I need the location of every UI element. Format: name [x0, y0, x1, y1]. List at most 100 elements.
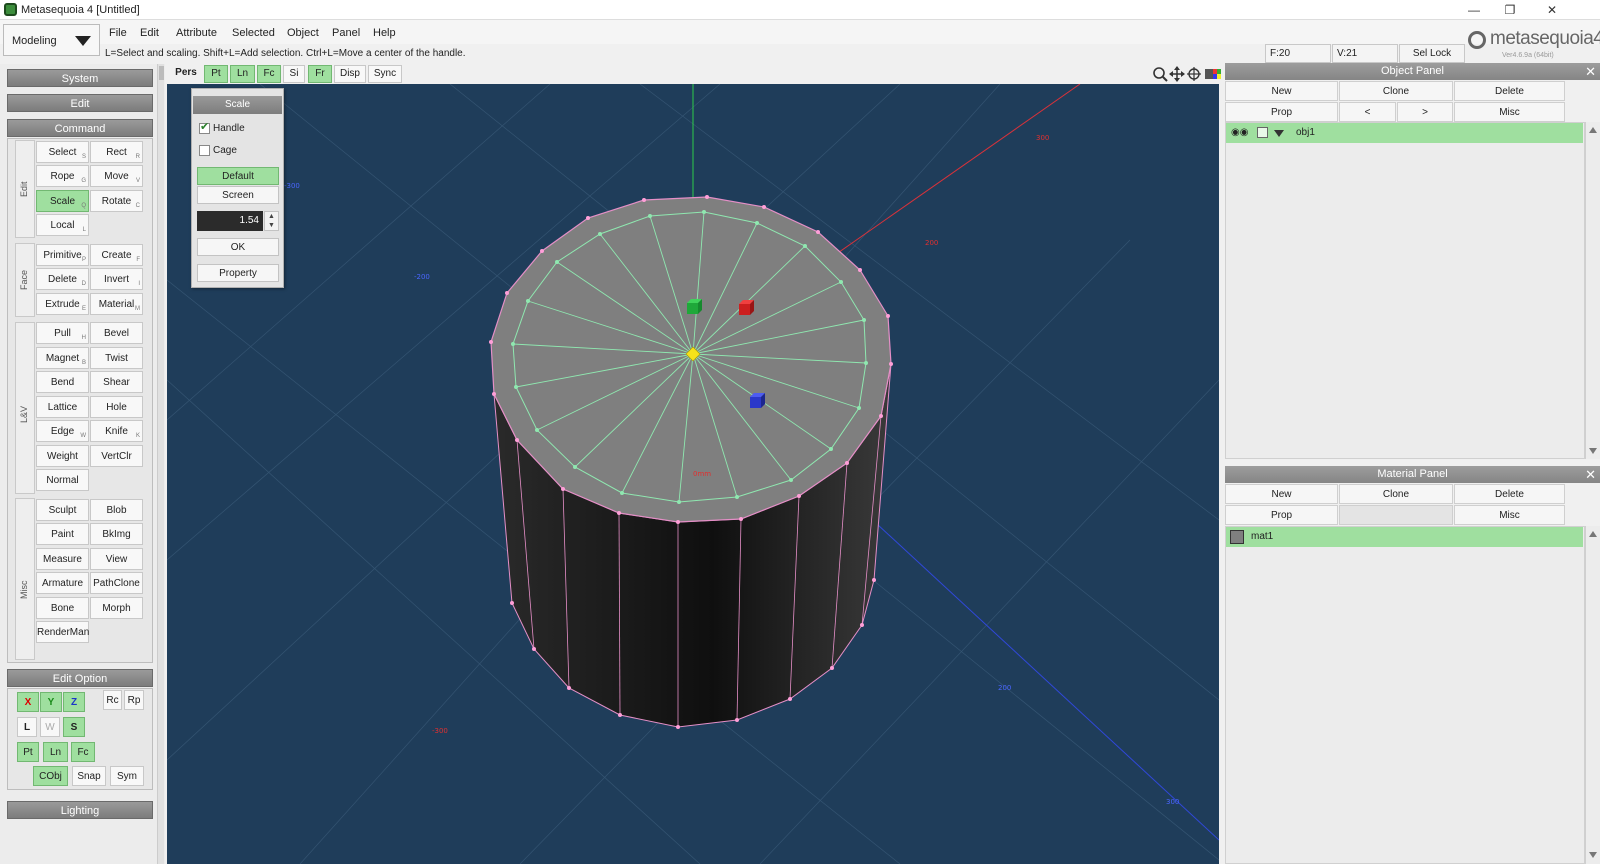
close-button[interactable]: ✕	[1534, 0, 1570, 20]
scroll-thumb[interactable]	[159, 66, 164, 80]
material-row[interactable]: mat1	[1226, 527, 1583, 547]
renderman-button[interactable]: RenderMan	[36, 621, 89, 643]
create-button[interactable]: Create F	[90, 244, 143, 266]
view-button[interactable]: View	[90, 548, 143, 570]
snap-toggle[interactable]: Snap	[72, 766, 106, 786]
edit-face-toggle[interactable]: Fc	[71, 742, 95, 762]
object-misc-button[interactable]: Misc	[1454, 102, 1565, 122]
handle-x-cube-icon[interactable]	[739, 300, 754, 315]
shear-button[interactable]: Shear	[90, 371, 143, 393]
edge-button[interactable]: Edge W	[36, 420, 89, 442]
object-list-scrollbar[interactable]	[1585, 122, 1600, 459]
view-point-toggle[interactable]: Pt	[204, 65, 228, 83]
sculpt-button[interactable]: Sculpt	[36, 499, 89, 521]
mode-dropdown[interactable]: Modeling	[3, 24, 100, 56]
left-panel-scrollbar[interactable]	[157, 64, 164, 864]
view-si-toggle[interactable]: Si	[283, 65, 305, 83]
axis-y-toggle[interactable]: Y	[40, 692, 62, 712]
scale-button[interactable]: Scale Q	[36, 190, 89, 212]
pathclone-button[interactable]: PathClone	[90, 572, 143, 594]
handle-z-cube-icon[interactable]	[750, 393, 765, 408]
edit-point-toggle[interactable]: Pt	[17, 742, 39, 762]
rect-button[interactable]: Rect R	[90, 141, 143, 163]
material-new-button[interactable]: New	[1225, 484, 1338, 504]
material-delete-button[interactable]: Delete	[1454, 484, 1565, 504]
local-toggle[interactable]: L	[17, 717, 37, 737]
3d-viewport[interactable]: 300 200 100 -200 -300 200 300 100 -200 -…	[167, 84, 1219, 864]
rotate-view-icon[interactable]	[1187, 67, 1201, 81]
cage-checkbox[interactable]: Cage	[199, 144, 237, 160]
default-button[interactable]: Default	[197, 167, 279, 185]
view-fr-toggle[interactable]: Fr	[308, 65, 332, 83]
material-prop-button[interactable]: Prop	[1225, 505, 1338, 525]
invert-button[interactable]: Invert I	[90, 268, 143, 290]
visibility-icon[interactable]: ◉◉	[1231, 123, 1248, 143]
rp-toggle[interactable]: Rp	[124, 690, 144, 710]
menu-file[interactable]: File	[109, 27, 127, 39]
material-clone-button[interactable]: Clone	[1339, 484, 1453, 504]
magnet-button[interactable]: Magnet B	[36, 347, 89, 369]
command-section[interactable]: Command	[7, 119, 153, 137]
local-button[interactable]: Local L	[36, 214, 89, 236]
lattice-button[interactable]: Lattice	[36, 396, 89, 418]
delete-button[interactable]: Delete D	[36, 268, 89, 290]
pan-icon[interactable]	[1169, 66, 1185, 82]
scroll-down-icon[interactable]	[1589, 448, 1597, 454]
material-button[interactable]: Material M	[90, 293, 143, 315]
checkbox-unchecked-icon[interactable]	[199, 144, 210, 156]
blob-button[interactable]: Blob	[90, 499, 143, 521]
view-face-toggle[interactable]: Fc	[257, 65, 281, 83]
close-icon[interactable]: ✕	[1585, 466, 1596, 483]
spinner-icon[interactable]: ▲ ▼	[264, 211, 279, 231]
object-prop-button[interactable]: Prop	[1225, 102, 1338, 122]
rotate-button[interactable]: Rotate C	[90, 190, 143, 212]
object-new-button[interactable]: New	[1225, 81, 1338, 101]
symmetry-toggle[interactable]: Sym	[110, 766, 144, 786]
edit-section[interactable]: Edit	[7, 94, 153, 112]
object-clone-button[interactable]: Clone	[1339, 81, 1453, 101]
rc-toggle[interactable]: Rc	[103, 690, 122, 710]
select-button[interactable]: Select S	[36, 141, 89, 163]
zoom-icon[interactable]	[1153, 67, 1168, 82]
screen-button[interactable]: Screen	[197, 186, 279, 204]
paint-button[interactable]: Paint	[36, 523, 89, 545]
scroll-up-icon[interactable]	[1589, 531, 1597, 537]
color-display-icon[interactable]	[1205, 69, 1221, 79]
display-button[interactable]: Disp	[334, 65, 366, 83]
close-icon[interactable]: ✕	[1585, 63, 1596, 80]
armature-button[interactable]: Armature	[36, 572, 89, 594]
axis-x-toggle[interactable]: X	[17, 692, 39, 712]
menu-panel[interactable]: Panel	[332, 27, 360, 39]
normal-button[interactable]: Normal	[36, 469, 89, 491]
menu-object[interactable]: Object	[287, 27, 319, 39]
scroll-down-icon[interactable]	[1589, 852, 1597, 858]
scale-value-input[interactable]: 1.54	[197, 211, 263, 231]
property-button[interactable]: Property	[197, 264, 279, 282]
bend-button[interactable]: Bend	[36, 371, 89, 393]
menu-attribute[interactable]: Attribute	[176, 27, 217, 39]
lock-checkbox[interactable]	[1257, 127, 1268, 138]
edit-option-section[interactable]: Edit Option	[7, 669, 153, 687]
pull-button[interactable]: Pull H	[36, 322, 89, 344]
object-delete-button[interactable]: Delete	[1454, 81, 1565, 101]
sel-lock-button[interactable]: Sel Lock	[1399, 44, 1465, 63]
view-line-toggle[interactable]: Ln	[230, 65, 255, 83]
handle-checkbox[interactable]: Handle	[199, 120, 245, 138]
current-object-toggle[interactable]: CObj	[33, 766, 68, 786]
checkbox-checked-icon[interactable]	[199, 120, 210, 134]
projection-pers[interactable]: Pers	[170, 65, 202, 83]
expand-icon[interactable]	[1274, 130, 1284, 137]
bkimg-button[interactable]: BkImg	[90, 523, 143, 545]
object-prev-button[interactable]: <	[1339, 102, 1396, 122]
system-section[interactable]: System	[7, 69, 153, 87]
rope-button[interactable]: Rope G	[36, 165, 89, 187]
material-list-scrollbar[interactable]	[1585, 526, 1600, 864]
object-row[interactable]: ◉◉ obj1	[1226, 123, 1583, 143]
lighting-section[interactable]: Lighting	[7, 801, 153, 819]
minimize-button[interactable]: —	[1456, 0, 1492, 20]
bevel-button[interactable]: Bevel	[90, 322, 143, 344]
handle-y-cube-icon[interactable]	[687, 299, 702, 314]
bone-button[interactable]: Bone	[36, 597, 89, 619]
edit-line-toggle[interactable]: Ln	[43, 742, 68, 762]
material-misc-button[interactable]: Misc	[1454, 505, 1565, 525]
